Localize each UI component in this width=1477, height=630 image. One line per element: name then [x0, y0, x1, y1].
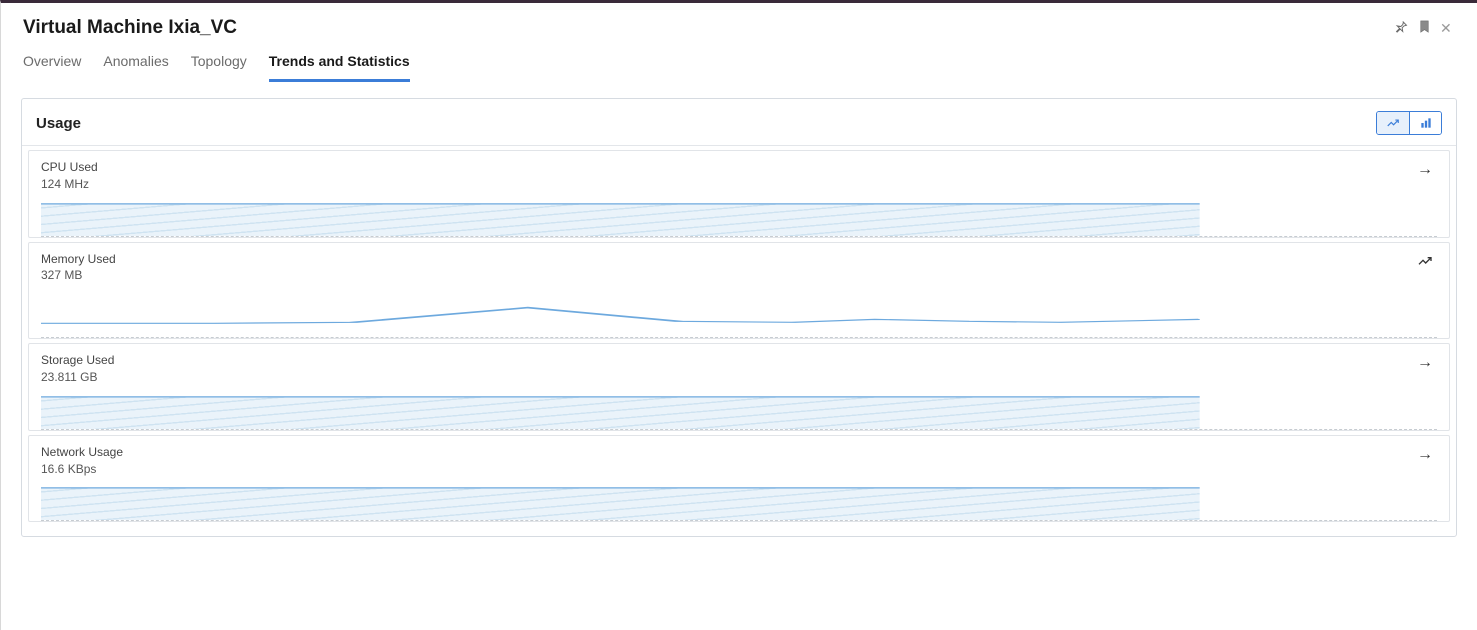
metric-memory: Memory Used 327 MB	[28, 242, 1450, 340]
network-sparkline	[41, 483, 1200, 520]
panel-title: Usage	[36, 115, 81, 132]
trend-flat-icon: →	[1417, 159, 1437, 179]
metric-storage: Storage Used 23.811 GB →	[28, 343, 1450, 431]
tab-topology[interactable]: Topology	[191, 53, 247, 82]
metric-label: Memory Used	[41, 251, 116, 268]
memory-sparkline	[41, 290, 1200, 337]
trend-flat-icon: →	[1417, 444, 1437, 464]
view-line-button[interactable]	[1377, 112, 1409, 134]
line-chart-icon	[1386, 116, 1400, 130]
tabs-bar: Overview Anomalies Topology Trends and S…	[1, 45, 1477, 82]
metric-value: 124 MHz	[41, 176, 98, 193]
cpu-sparkline	[41, 199, 1200, 236]
pin-icon[interactable]	[1394, 19, 1409, 37]
bar-chart-icon	[1419, 116, 1433, 130]
tab-anomalies[interactable]: Anomalies	[103, 53, 168, 82]
tab-trends-stats[interactable]: Trends and Statistics	[269, 53, 410, 82]
metric-label: CPU Used	[41, 159, 98, 176]
metric-value: 23.811 GB	[41, 369, 114, 386]
trend-up-icon	[1417, 251, 1437, 271]
view-toggle	[1376, 111, 1442, 135]
trend-flat-icon: →	[1417, 352, 1437, 372]
metric-label: Storage Used	[41, 352, 114, 369]
metric-network: Network Usage 16.6 KBps →	[28, 435, 1450, 523]
storage-sparkline	[41, 392, 1200, 429]
metric-label: Network Usage	[41, 444, 123, 461]
tab-overview[interactable]: Overview	[23, 53, 81, 82]
usage-panel: Usage CPU Used 124 MHz →	[21, 98, 1457, 537]
view-bar-button[interactable]	[1409, 112, 1441, 134]
metric-value: 16.6 KBps	[41, 461, 123, 478]
page-title: Virtual Machine Ixia_VC	[23, 17, 237, 39]
bookmark-icon[interactable]	[1417, 19, 1432, 37]
close-icon[interactable]: ✕	[1440, 21, 1455, 36]
metric-value: 327 MB	[41, 267, 116, 284]
metric-cpu: CPU Used 124 MHz →	[28, 150, 1450, 238]
